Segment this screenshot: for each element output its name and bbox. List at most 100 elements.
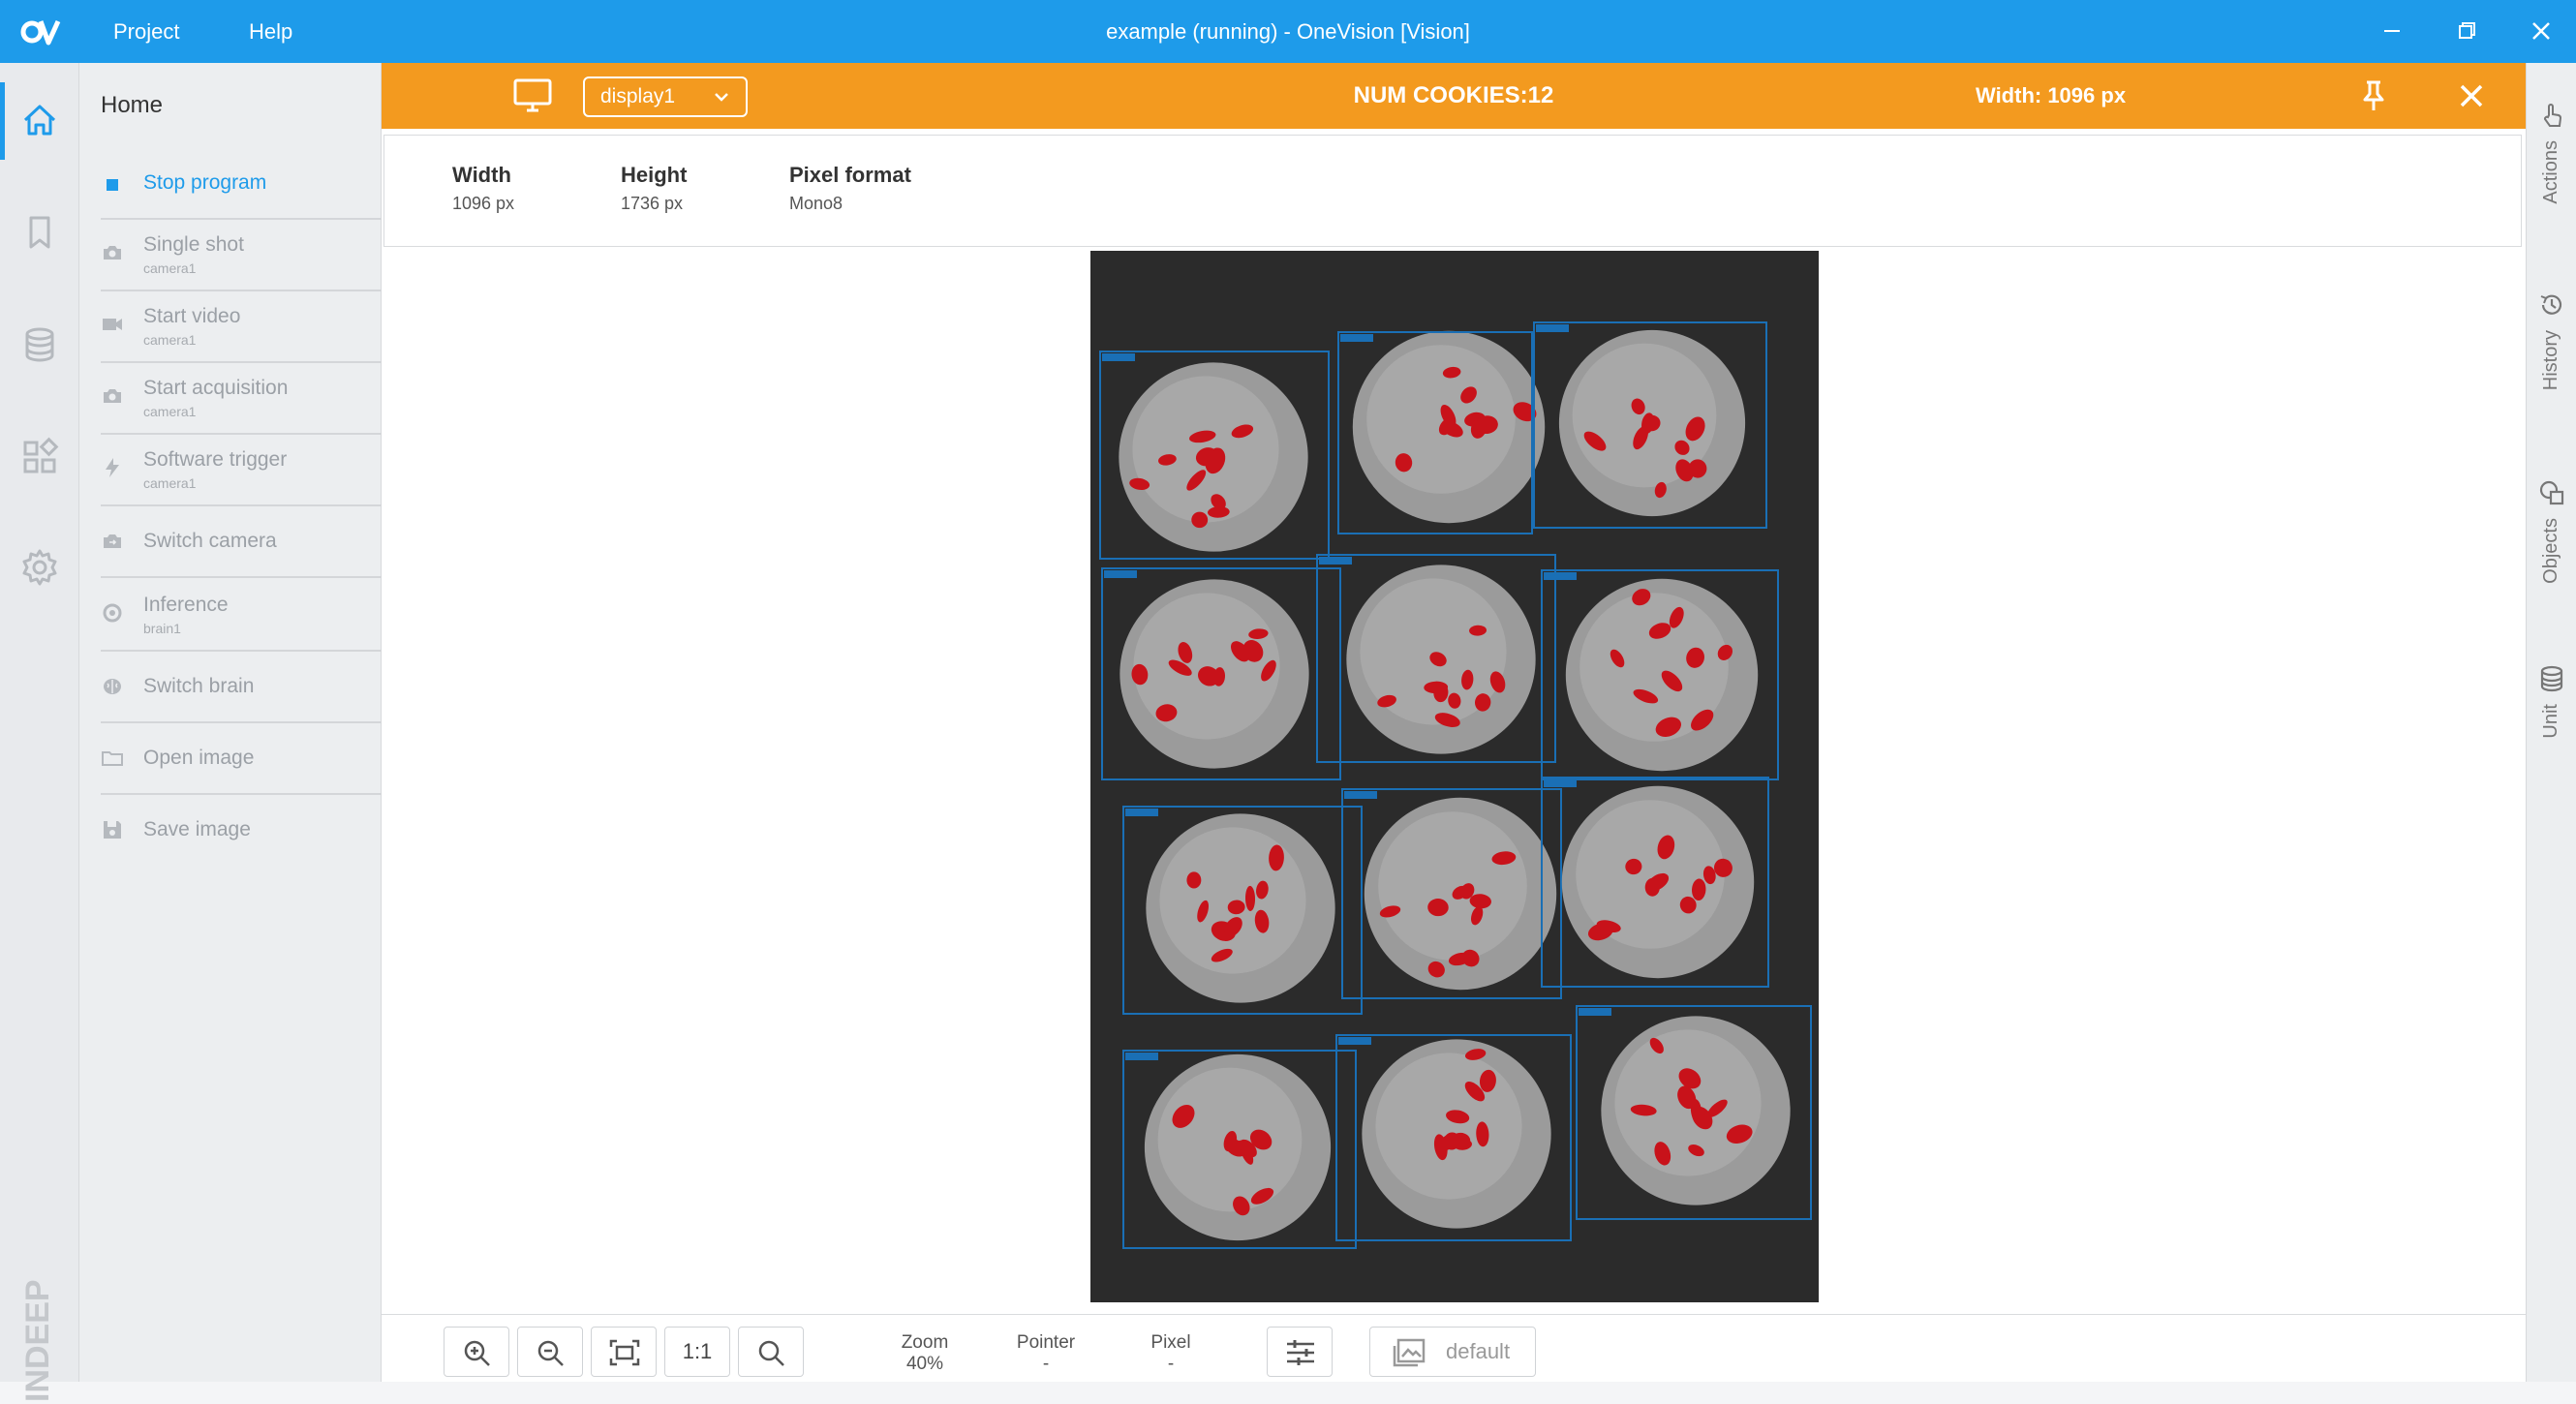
inference-gear-icon xyxy=(103,603,122,623)
image-viewer[interactable] xyxy=(382,249,2526,1314)
home-icon[interactable] xyxy=(19,100,60,140)
action-sublabel: camera1 xyxy=(143,332,197,348)
window-title: example (running) - OneVision [Vision] xyxy=(1106,19,1470,44)
pin-icon[interactable] xyxy=(2357,78,2390,113)
pixel-label: Pixel xyxy=(1150,1332,1191,1353)
pointer-status: Pointer - xyxy=(997,1332,1094,1375)
restore-icon[interactable] xyxy=(2447,12,2486,50)
search-icon xyxy=(758,1340,784,1366)
close-display-icon[interactable] xyxy=(2454,78,2489,113)
close-window-icon[interactable] xyxy=(2522,12,2561,50)
info-width: Width 1096 px xyxy=(452,163,514,214)
info-height-value: 1736 px xyxy=(621,194,684,213)
info-format: Pixel format Mono8 xyxy=(789,163,911,214)
detection-tag xyxy=(1102,353,1135,361)
defect-mark xyxy=(1644,877,1660,897)
main-view: display1 NUM COOKIES:12 Width: 1096 px W… xyxy=(382,63,2526,1382)
action-label: Single shot xyxy=(143,233,244,256)
pixel-value: - xyxy=(1167,1354,1175,1374)
cookie-highlight xyxy=(1375,1053,1522,1200)
camera-icon xyxy=(104,246,121,259)
action-label: Software trigger xyxy=(143,448,288,471)
database-icon xyxy=(2540,665,2563,692)
sliders-icon xyxy=(1287,1340,1314,1365)
search-button[interactable] xyxy=(738,1327,804,1377)
palette-image-icon xyxy=(1393,1338,1426,1367)
tab-unit[interactable]: Unit xyxy=(2527,665,2576,810)
display-select[interactable]: display1 xyxy=(583,76,748,117)
switch-camera-icon xyxy=(104,534,121,548)
camera-image[interactable] xyxy=(1090,251,1819,1302)
stop-icon xyxy=(107,179,118,191)
zoom-in-button[interactable] xyxy=(444,1327,509,1377)
bookmark-icon[interactable] xyxy=(19,212,60,253)
info-format-value: Mono8 xyxy=(789,194,843,213)
zoom-out-button[interactable] xyxy=(517,1327,583,1377)
right-tab-rail: Actions History Objects Unit xyxy=(2526,63,2576,1382)
info-width-value: 1096 px xyxy=(452,194,515,213)
info-format-label: Pixel format xyxy=(789,163,911,187)
apps-icon[interactable] xyxy=(19,437,60,477)
shapes-icon xyxy=(2539,480,2564,505)
action-label: Start video xyxy=(143,305,241,327)
menu-project[interactable]: Project xyxy=(113,0,179,63)
detection-tag xyxy=(1544,779,1577,787)
folder-icon xyxy=(102,751,123,766)
detection-tag xyxy=(1338,1037,1371,1045)
cookie-highlight xyxy=(1133,593,1280,740)
adjustments-button[interactable] xyxy=(1267,1327,1333,1377)
zoom-value: 40% xyxy=(905,1354,944,1374)
hand-touch-icon xyxy=(2544,104,2561,127)
zoom-in-icon xyxy=(464,1340,490,1366)
display-select-value: display1 xyxy=(600,85,676,107)
monitor-icon xyxy=(513,78,552,112)
detection-tag xyxy=(1340,334,1373,342)
settings-gear-icon[interactable] xyxy=(19,547,60,588)
onevision-logo-icon xyxy=(20,19,61,46)
display-header: display1 NUM COOKIES:12 Width: 1096 px xyxy=(382,63,2526,129)
brand-text: INDEEP xyxy=(19,1279,56,1402)
camera-icon xyxy=(104,389,121,403)
zoom-label: Zoom xyxy=(901,1332,949,1353)
action-label: Save image xyxy=(143,818,251,840)
cookie-highlight xyxy=(1159,827,1306,974)
tab-history[interactable]: History xyxy=(2527,291,2576,475)
action-label: Switch camera xyxy=(143,530,277,552)
active-indicator xyxy=(0,82,5,160)
tab-label: Actions xyxy=(2540,140,2561,204)
tab-actions[interactable]: Actions xyxy=(2527,102,2576,286)
indeep-logo: INDEEP xyxy=(19,1279,56,1402)
info-height-label: Height xyxy=(621,163,688,187)
action-label: Start acquisition xyxy=(143,377,289,399)
nav-rail: INDEEP xyxy=(0,63,79,1402)
panel-title: Home xyxy=(101,92,164,118)
detection-tag xyxy=(1579,1008,1611,1016)
tab-objects[interactable]: Objects xyxy=(2527,479,2576,663)
detection-tag xyxy=(1319,557,1352,565)
menu-help[interactable]: Help xyxy=(249,0,292,63)
tab-label: Unit xyxy=(2540,704,2561,739)
cookie-highlight xyxy=(1378,811,1527,961)
action-sublabel: camera1 xyxy=(143,404,197,419)
history-icon xyxy=(2540,294,2562,315)
action-label: Inference xyxy=(143,594,229,616)
pointer-label: Pointer xyxy=(1016,1332,1076,1353)
actual-size-button[interactable]: 1:1 xyxy=(664,1327,730,1377)
cookie-detections xyxy=(1099,321,1812,1249)
action-label: Switch brain xyxy=(143,675,255,697)
action-sublabel: brain1 xyxy=(143,621,181,636)
detection-tag xyxy=(1544,572,1577,580)
width-readout: Width: 1096 px xyxy=(1976,83,2127,107)
zoom-out-icon xyxy=(537,1340,564,1366)
detection-tag xyxy=(1125,809,1158,816)
fit-to-window-button[interactable] xyxy=(591,1327,657,1377)
pixel-status: Pixel - xyxy=(1127,1332,1214,1375)
actions-panel: Home Stop program Single shot camera1 St… xyxy=(79,63,436,1382)
minimize-icon[interactable] xyxy=(2373,12,2411,50)
palette-button[interactable]: default xyxy=(1369,1327,1536,1377)
detection-tag xyxy=(1344,791,1377,799)
zoom-status: Zoom 40% xyxy=(881,1332,968,1375)
save-icon xyxy=(104,821,121,839)
database-icon[interactable] xyxy=(19,324,60,365)
action-sublabel: camera1 xyxy=(143,260,197,276)
